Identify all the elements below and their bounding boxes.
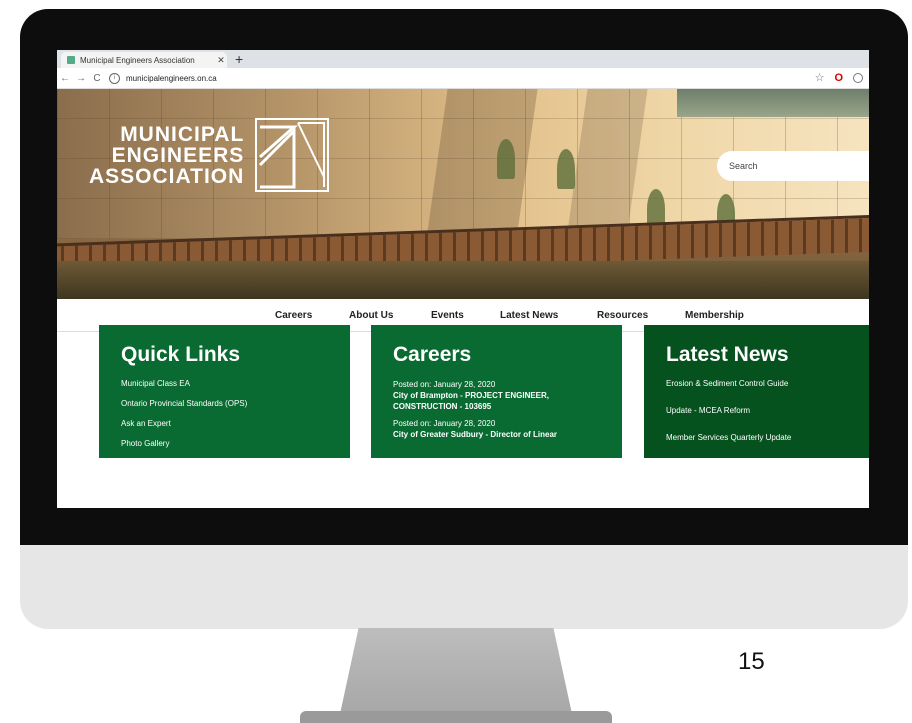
job-title[interactable]: City of Greater Sudbury - Director of Li…: [393, 429, 600, 440]
monitor-stand: [340, 628, 572, 714]
tab-bar: Municipal Engineers Association ✕ +: [57, 50, 869, 68]
quick-link[interactable]: Photo Gallery: [121, 439, 328, 448]
url-text: municipalengineers.on.ca: [126, 73, 217, 83]
favicon-icon: [67, 56, 75, 64]
address-bar: ← → C i municipalengineers.on.ca ☆ O: [57, 68, 869, 89]
search-input[interactable]: Search: [717, 151, 869, 181]
back-icon[interactable]: ←: [57, 73, 73, 84]
bookmark-star-icon[interactable]: ☆: [815, 71, 825, 84]
job-title[interactable]: City of Brampton - PROJECT ENGINEER, CON…: [393, 390, 600, 412]
job-posting[interactable]: Posted on: January 28, 2020 City of Bram…: [393, 379, 600, 412]
monitor-stand-base: [300, 711, 612, 723]
careers-card: Careers Posted on: January 28, 2020 City…: [371, 325, 622, 458]
job-posted-date: Posted on: January 28, 2020: [393, 419, 496, 428]
nav-about-us[interactable]: About Us: [349, 310, 393, 321]
url-field[interactable]: i municipalengineers.on.ca: [109, 71, 729, 85]
page-number: 15: [738, 648, 765, 675]
close-icon[interactable]: ✕: [215, 55, 227, 66]
browser-tab[interactable]: Municipal Engineers Association ✕: [61, 52, 227, 68]
quick-links-card: Quick Links Municipal Class EA Ontario P…: [99, 325, 350, 458]
news-item[interactable]: Member Services Quarterly Update: [666, 433, 847, 442]
quick-link[interactable]: Ask an Expert: [121, 419, 328, 428]
hero-tree: [497, 139, 515, 179]
quick-link[interactable]: Municipal Class EA: [121, 379, 328, 388]
reload-icon[interactable]: C: [89, 73, 105, 84]
quick-links-title: Quick Links: [121, 343, 241, 366]
logo-mark-icon: [255, 118, 330, 192]
job-posting[interactable]: Posted on: January 28, 2020 City of Grea…: [393, 418, 600, 440]
hero-banner: MUNICIPAL ENGINEERS ASSOCIATION Search: [57, 89, 869, 299]
nav-careers[interactable]: Careers: [275, 310, 312, 321]
nav-resources[interactable]: Resources: [597, 310, 648, 321]
quick-link[interactable]: Ontario Provincial Standards (OPS): [121, 399, 328, 408]
info-icon[interactable]: i: [109, 72, 120, 84]
nav-membership[interactable]: Membership: [685, 310, 744, 321]
extension-icon[interactable]: [853, 72, 863, 83]
job-posted-date: Posted on: January 28, 2020: [393, 380, 496, 389]
opera-icon[interactable]: O: [834, 72, 843, 84]
news-item[interactable]: Erosion & Sediment Control Guide: [666, 379, 847, 388]
latest-news-title: Latest News: [666, 343, 789, 366]
logo-text: MUNICIPAL ENGINEERS ASSOCIATION: [89, 122, 245, 188]
nav-events[interactable]: Events: [431, 310, 464, 321]
news-item[interactable]: Update - MCEA Reform: [666, 406, 847, 415]
hero-tree: [557, 149, 575, 189]
hero-sky: [677, 89, 869, 117]
site-logo[interactable]: MUNICIPAL ENGINEERS ASSOCIATION: [89, 117, 330, 193]
hero-grass: [57, 261, 869, 299]
new-tab-button[interactable]: +: [235, 50, 243, 68]
careers-title: Careers: [393, 343, 472, 366]
latest-news-card: Latest News Erosion & Sediment Control G…: [644, 325, 869, 458]
tab-title: Municipal Engineers Association: [80, 55, 195, 65]
nav-latest-news[interactable]: Latest News: [500, 310, 558, 321]
forward-icon[interactable]: →: [73, 73, 89, 84]
